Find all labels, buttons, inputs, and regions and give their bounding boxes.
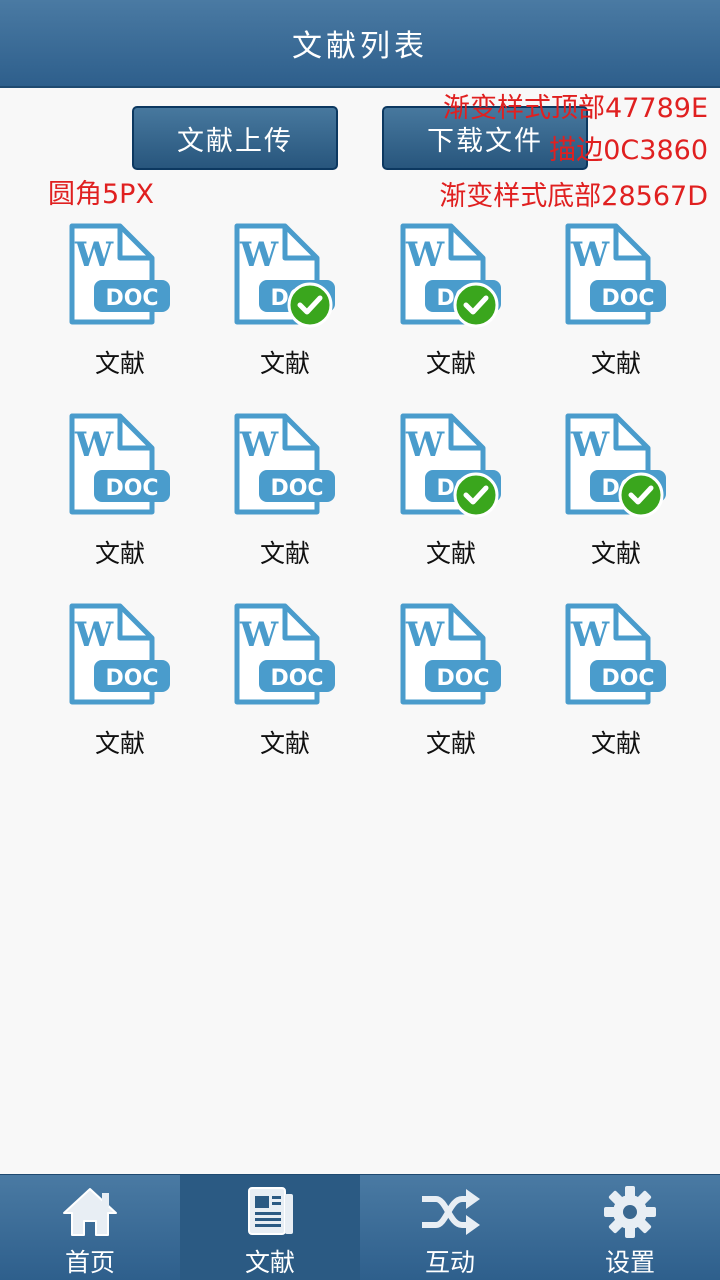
word-doc-icon: W DOC [234,413,335,515]
document-item[interactable]: W DOC 文献 [223,602,363,772]
document-item[interactable]: W DOC 文献 [58,222,198,392]
svg-text:W: W [239,235,279,275]
word-doc-icon: W DOC [565,603,666,705]
annotation-gradient-bottom: 渐变样式底部28567D [439,181,708,212]
document-label: 文献 [590,349,641,378]
tab-documents[interactable]: 文献 [180,1175,360,1280]
tab-settings[interactable]: 设置 [540,1175,720,1280]
svg-text:W: W [570,235,610,275]
checkmark-icon [453,472,499,522]
svg-text:W: W [405,615,445,655]
document-label: 文献 [259,539,310,568]
svg-text:DOC: DOC [601,666,654,691]
page-title-bar: 文献列表 [0,0,720,88]
document-item[interactable]: W DOC 文献 [58,412,198,582]
svg-text:W: W [405,235,445,275]
svg-text:DOC: DOC [270,476,323,501]
document-label: 文献 [94,349,145,378]
tab-home[interactable]: 首页 [0,1175,180,1280]
svg-text:DOC: DOC [601,286,654,311]
document-label: 文献 [94,539,145,568]
svg-text:DOC: DOC [105,476,158,501]
word-doc-icon: W DOC [69,413,170,515]
page-title: 文献列表 [292,29,428,64]
upload-document-button[interactable]: 文献上传 [132,106,338,170]
document-icon [243,1183,297,1241]
checkmark-icon [453,282,499,332]
document-item[interactable]: W DOC 文献 [58,602,198,772]
word-doc-icon: W DOC [400,603,501,705]
tab-label: 设置 [604,1248,655,1277]
document-label: 文献 [425,349,476,378]
bottom-tab-bar: 首页 文献 互动 设置 [0,1174,720,1280]
svg-text:W: W [74,615,114,655]
gear-icon [602,1183,658,1241]
svg-text:DOC: DOC [270,666,323,691]
annotation-gradient-top: 渐变样式顶部47789E [443,93,708,124]
word-doc-icon: W DOC [69,223,170,325]
word-doc-icon: W DOC [69,603,170,705]
svg-text:W: W [74,425,114,465]
document-item[interactable]: WDOC文献 [554,412,694,582]
svg-text:DOC: DOC [105,666,158,691]
svg-text:W: W [239,425,279,465]
tab-interact[interactable]: 互动 [360,1175,540,1280]
svg-text:W: W [570,425,610,465]
svg-text:W: W [74,235,114,275]
document-item[interactable]: WDOC文献 [389,412,529,582]
document-item[interactable]: WDOC文献 [223,222,363,392]
document-label: 文献 [259,349,310,378]
document-label: 文献 [425,539,476,568]
document-item[interactable]: WDOC文献 [389,222,529,392]
annotation-radius: 圆角5PX [48,179,154,210]
shuffle-icon [418,1183,482,1241]
annotation-border: 描边0C3860 [549,135,708,166]
word-doc-icon: W DOC [234,603,335,705]
svg-text:W: W [239,615,279,655]
checkmark-icon [618,472,664,522]
tab-label: 首页 [64,1248,115,1277]
tab-label: 互动 [424,1248,475,1277]
upload-button-label: 文献上传 [177,125,293,157]
document-label: 文献 [425,729,476,758]
home-icon [60,1183,120,1241]
svg-text:DOC: DOC [436,666,489,691]
word-doc-icon: W DOC [565,223,666,325]
document-label: 文献 [590,539,641,568]
document-label: 文献 [259,729,310,758]
checkmark-icon [287,282,333,332]
svg-text:W: W [570,615,610,655]
document-item[interactable]: W DOC 文献 [223,412,363,582]
tab-label: 文献 [244,1248,295,1277]
document-item[interactable]: W DOC 文献 [554,222,694,392]
document-label: 文献 [94,729,145,758]
svg-text:DOC: DOC [105,286,158,311]
document-label: 文献 [590,729,641,758]
svg-text:W: W [405,425,445,465]
document-item[interactable]: W DOC 文献 [389,602,529,772]
document-item[interactable]: W DOC 文献 [554,602,694,772]
